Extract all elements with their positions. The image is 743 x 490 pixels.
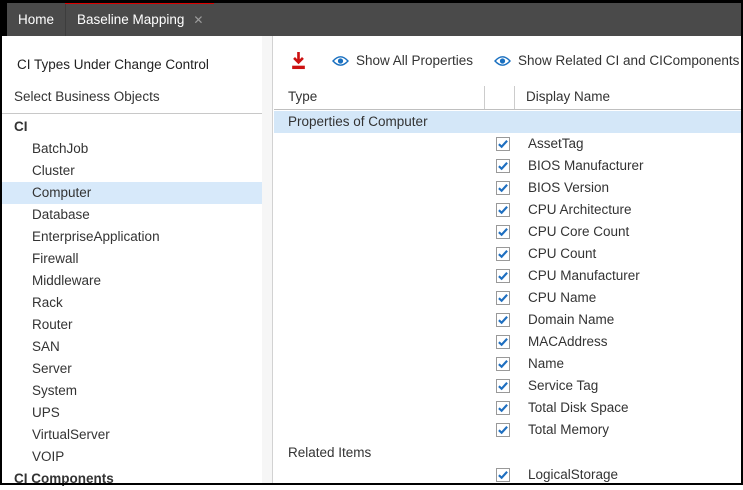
tree-item-system[interactable]: System [2, 380, 262, 402]
panel-toolbar: Show All Properties Show Related CI and … [274, 36, 741, 86]
tab-home-label: Home [18, 12, 54, 27]
checkbox-checked[interactable] [496, 159, 510, 173]
checkbox-checked[interactable] [496, 137, 510, 151]
tab-home[interactable]: Home [7, 3, 65, 36]
column-divider [514, 86, 515, 109]
sidebar-divider [2, 113, 262, 114]
tree-item-rack[interactable]: Rack [2, 292, 262, 314]
show-related-ci-label: Show Related CI and CIComponents [518, 53, 739, 68]
row-label: BIOS Manufacturer [528, 155, 644, 177]
checkbox-checked[interactable] [496, 357, 510, 371]
table-row: CPU Name [274, 287, 741, 309]
row-label: Domain Name [528, 309, 614, 331]
eye-icon [494, 55, 511, 67]
table-row: CPU Core Count [274, 221, 741, 243]
row-label: CPU Architecture [528, 199, 632, 221]
tree-item-router[interactable]: Router [2, 314, 262, 336]
checkbox-checked[interactable] [496, 269, 510, 283]
table-body: Properties of ComputerAssetTagBIOS Manuf… [274, 111, 741, 486]
tree-item-cluster[interactable]: Cluster [2, 160, 262, 182]
row-label: Total Disk Space [528, 397, 629, 419]
table-row: CPU Manufacturer [274, 265, 741, 287]
tree-item-computer[interactable]: Computer [2, 182, 262, 204]
row-label: Service Tag [528, 375, 598, 397]
checkbox-checked[interactable] [496, 181, 510, 195]
tab-baseline-mapping-label: Baseline Mapping [77, 12, 184, 27]
table-row: Total Disk Space [274, 397, 741, 419]
table-row: BIOS Manufacturer [274, 155, 741, 177]
row-label: LogicalStorage [528, 464, 618, 486]
row-label: MACAddress [528, 331, 608, 353]
checkbox-checked[interactable] [496, 203, 510, 217]
tree-item-san[interactable]: SAN [2, 336, 262, 358]
row-label: CPU Core Count [528, 221, 629, 243]
tree-item-database[interactable]: Database [2, 204, 262, 226]
checkbox-checked[interactable] [496, 313, 510, 327]
tree-item-firewall[interactable]: Firewall [2, 248, 262, 270]
table-row: MACAddress [274, 331, 741, 353]
checkbox-checked[interactable] [496, 291, 510, 305]
checkbox-checked[interactable] [496, 335, 510, 349]
table-row: Name [274, 353, 741, 375]
tree-item-ci-components[interactable]: CI Components [2, 468, 262, 490]
row-label: CPU Name [528, 287, 596, 309]
checkbox-checked[interactable] [496, 423, 510, 437]
table-row: Service Tag [274, 375, 741, 397]
section-header-related-items: Related Items [274, 442, 741, 464]
row-label: BIOS Version [528, 177, 609, 199]
table-row: BIOS Version [274, 177, 741, 199]
row-label: CPU Manufacturer [528, 265, 640, 287]
ci-tree: CIBatchJobClusterComputerDatabaseEnterpr… [2, 116, 262, 490]
sidebar-scrollbar-gutter[interactable] [262, 36, 273, 483]
row-label: CPU Count [528, 243, 596, 265]
tree-item-voip[interactable]: VOIP [2, 446, 262, 468]
tree-item-server[interactable]: Server [2, 358, 262, 380]
table-row: AssetTag [274, 133, 741, 155]
properties-panel: Show All Properties Show Related CI and … [274, 36, 741, 483]
tab-bar: Home Baseline Mapping ✕ [2, 3, 741, 36]
checkbox-checked[interactable] [496, 225, 510, 239]
table-row: LogicalStorage [274, 464, 741, 486]
sidebar-title: CI Types Under Change Control [2, 36, 262, 72]
column-header-display-name[interactable]: Display Name [526, 89, 610, 104]
checkbox-checked[interactable] [496, 379, 510, 393]
tree-item-virtualserver[interactable]: VirtualServer [2, 424, 262, 446]
tree-item-batchjob[interactable]: BatchJob [2, 138, 262, 160]
eye-icon [332, 55, 349, 67]
column-divider [484, 86, 485, 109]
table-row: CPU Count [274, 243, 741, 265]
row-label: Name [528, 353, 564, 375]
tree-item-enterpriseapplication[interactable]: EnterpriseApplication [2, 226, 262, 248]
table-row: Domain Name [274, 309, 741, 331]
show-all-properties-button[interactable]: Show All Properties [332, 53, 473, 68]
checkbox-checked[interactable] [496, 247, 510, 261]
show-all-properties-label: Show All Properties [356, 53, 473, 68]
tree-item-ups[interactable]: UPS [2, 402, 262, 424]
table-header: Type Display Name [274, 86, 741, 110]
show-related-ci-button[interactable]: Show Related CI and CIComponents [494, 53, 739, 68]
checkbox-checked[interactable] [496, 468, 510, 482]
tree-item-ci[interactable]: CI [2, 116, 262, 138]
download-icon[interactable] [290, 51, 308, 71]
checkbox-checked[interactable] [496, 401, 510, 415]
table-row: CPU Architecture [274, 199, 741, 221]
column-header-type[interactable]: Type [288, 89, 317, 104]
sidebar-subtitle: Select Business Objects [2, 89, 262, 104]
ci-types-sidebar: CI Types Under Change Control Select Bus… [2, 36, 262, 483]
row-label: AssetTag [528, 133, 584, 155]
close-icon[interactable]: ✕ [193, 14, 203, 26]
table-row: Total Memory [274, 419, 741, 441]
row-label: Total Memory [528, 419, 609, 441]
tab-baseline-mapping[interactable]: Baseline Mapping ✕ [65, 3, 214, 36]
tree-item-middleware[interactable]: Middleware [2, 270, 262, 292]
section-header-properties-of-computer: Properties of Computer [274, 111, 741, 133]
